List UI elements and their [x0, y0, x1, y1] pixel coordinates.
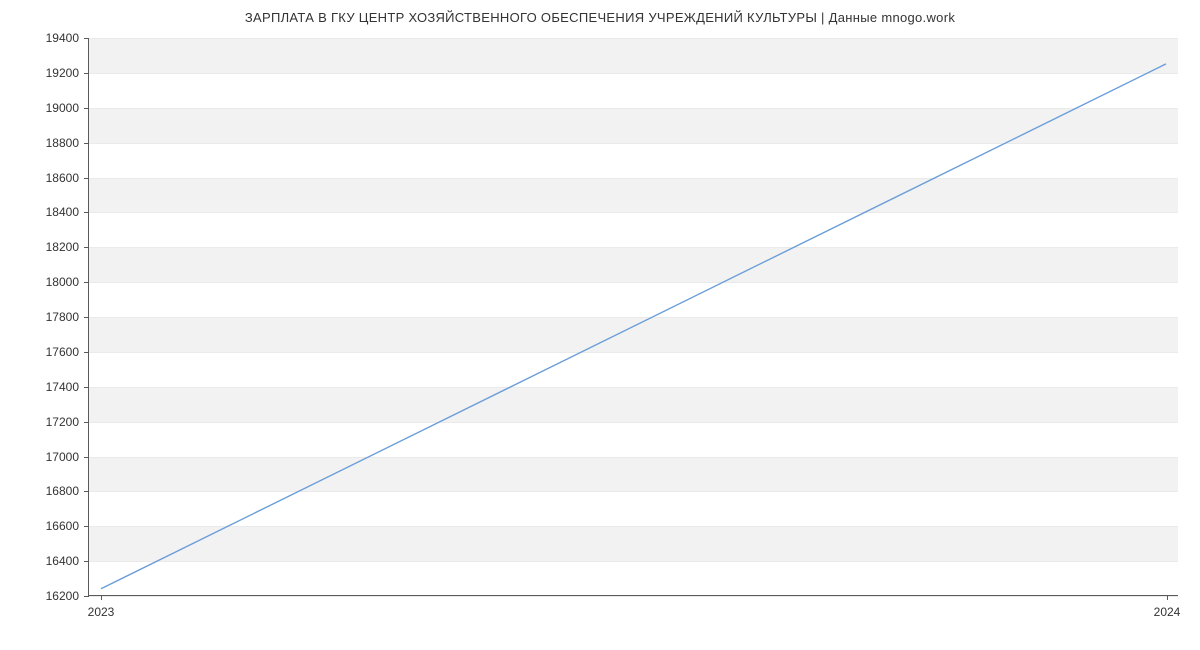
y-tick-mark: [84, 73, 89, 74]
y-tick-mark: [84, 387, 89, 388]
y-tick-label: 17400: [46, 380, 79, 394]
y-tick-mark: [84, 422, 89, 423]
y-tick-mark: [84, 561, 89, 562]
x-tick-mark: [1167, 595, 1168, 600]
y-tick-label: 16400: [46, 554, 79, 568]
x-tick-mark: [101, 595, 102, 600]
y-tick-label: 17000: [46, 450, 79, 464]
y-tick-mark: [84, 212, 89, 213]
y-tick-mark: [84, 457, 89, 458]
y-tick-label: 17800: [46, 310, 79, 324]
data-line: [101, 64, 1166, 589]
y-tick-label: 19400: [46, 31, 79, 45]
y-tick-mark: [84, 352, 89, 353]
y-tick-mark: [84, 178, 89, 179]
y-tick-label: 19000: [46, 101, 79, 115]
y-tick-mark: [84, 38, 89, 39]
chart-plot-area: 1620016400166001680017000172001740017600…: [88, 38, 1178, 596]
y-tick-mark: [84, 143, 89, 144]
x-tick-label: 2024: [1154, 605, 1181, 619]
y-tick-mark: [84, 108, 89, 109]
y-tick-mark: [84, 596, 89, 597]
y-tick-label: 18800: [46, 136, 79, 150]
y-tick-label: 17600: [46, 345, 79, 359]
y-tick-label: 19200: [46, 66, 79, 80]
y-tick-label: 17200: [46, 415, 79, 429]
y-tick-label: 16200: [46, 589, 79, 603]
chart-line-series: [89, 38, 1178, 595]
y-tick-label: 18000: [46, 275, 79, 289]
y-tick-label: 16800: [46, 484, 79, 498]
y-tick-mark: [84, 317, 89, 318]
y-tick-mark: [84, 247, 89, 248]
x-tick-label: 2023: [88, 605, 115, 619]
y-tick-label: 16600: [46, 519, 79, 533]
y-tick-label: 18200: [46, 240, 79, 254]
y-tick-mark: [84, 491, 89, 492]
y-tick-mark: [84, 282, 89, 283]
grid-line: [89, 596, 1178, 597]
chart-title: ЗАРПЛАТА В ГКУ ЦЕНТР ХОЗЯЙСТВЕННОГО ОБЕС…: [0, 0, 1200, 25]
y-tick-label: 18600: [46, 171, 79, 185]
y-tick-label: 18400: [46, 205, 79, 219]
y-tick-mark: [84, 526, 89, 527]
